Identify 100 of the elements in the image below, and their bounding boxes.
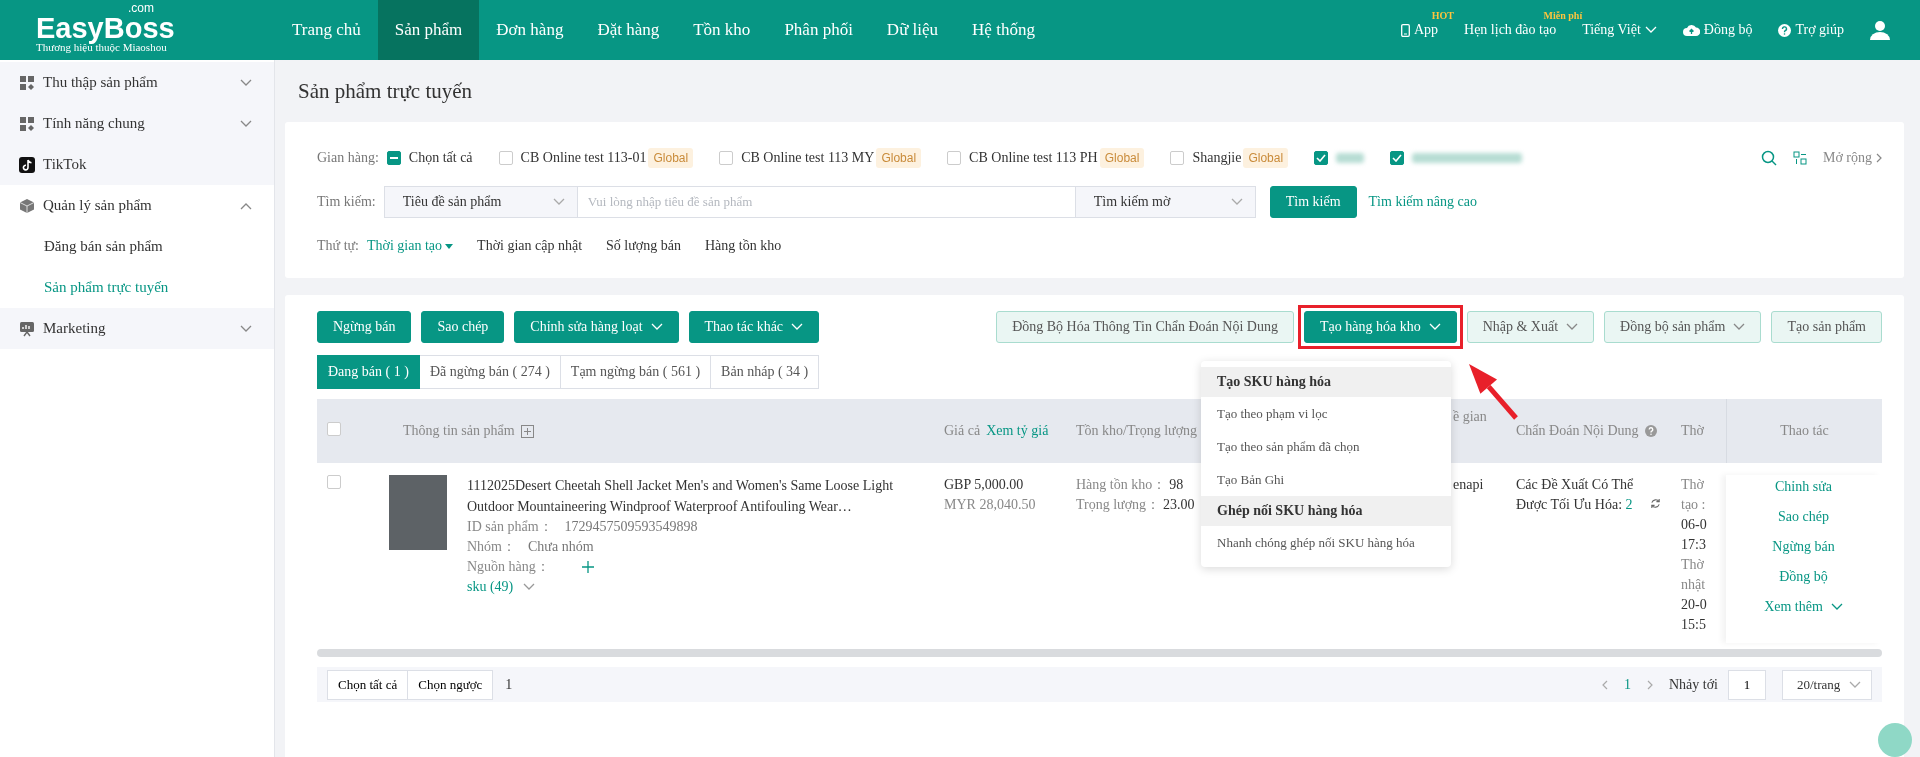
toolbar-button[interactable]: Chỉnh sửa hàng loạt: [514, 311, 679, 343]
sort-option[interactable]: Hàng tồn kho: [704, 238, 782, 254]
previous-page-icon[interactable]: [1602, 679, 1608, 690]
action-link[interactable]: Xem thêm: [1764, 599, 1843, 615]
sidebar-item[interactable]: TikTok: [0, 144, 274, 185]
action-link[interactable]: Sao chép: [1778, 509, 1829, 525]
menu-item[interactable]: Nhanh chóng ghép nối SKU hàng hóa: [1201, 526, 1451, 559]
sidebar-item[interactable]: Marketing: [0, 308, 274, 349]
nav-tab[interactable]: Phân phối: [767, 0, 870, 60]
advanced-search-link[interactable]: Tìm kiếm nâng cao: [1368, 194, 1477, 210]
action-link[interactable]: Chỉnh sửa: [1775, 479, 1832, 495]
page-jump-field[interactable]: 1: [1728, 669, 1766, 700]
row-checkbox[interactable]: [327, 475, 341, 489]
header-link[interactable]: Trợ giúp: [1778, 22, 1844, 38]
field-value: 1729457509593549898: [564, 518, 698, 536]
filter-label: Thứ tự:: [317, 238, 359, 254]
action-link[interactable]: Đồng bộ: [1779, 569, 1828, 585]
header-link[interactable]: Tiếng Việt: [1582, 22, 1657, 38]
checkbox[interactable]: [1314, 151, 1329, 165]
store-name[interactable]: CB Online test 113-01: [520, 150, 647, 166]
header-link[interactable]: App: [1400, 22, 1439, 38]
grid-icon: [19, 74, 35, 91]
next-page-icon[interactable]: [1647, 679, 1653, 690]
action-link[interactable]: Ngừng bán: [1772, 539, 1835, 555]
status-tab[interactable]: Đang bán ( 1 ): [317, 355, 420, 389]
plus-icon[interactable]: [581, 561, 594, 573]
page-size-select[interactable]: 20/trang: [1782, 669, 1872, 700]
sort-option[interactable]: Thời gian tạo: [367, 238, 454, 254]
product-title[interactable]: 1112025Desert Cheetah Shell Jacket Men's and Women's Same Loose Light Outdoor Mountaineering Windproof Waterproof Antifouling Wear…: [467, 475, 912, 517]
toolbar-button[interactable]: Đồng bộ sản phẩm: [1604, 311, 1762, 343]
field-value: 15:5: [1681, 616, 1707, 634]
support-avatar[interactable]: [1878, 723, 1912, 757]
user-icon[interactable]: [1870, 20, 1890, 40]
menu-item[interactable]: Tạo theo sản phẩm đã chọn: [1201, 430, 1451, 463]
nav-tab[interactable]: Tồn kho: [676, 0, 768, 60]
toolbar-button[interactable]: Tạo sản phẩm: [1771, 311, 1882, 343]
sidebar-item[interactable]: Tính năng chung: [0, 103, 274, 144]
nav-tab[interactable]: Hệ thống: [955, 0, 1052, 60]
search-icon[interactable]: [1761, 150, 1777, 166]
sidebar-subitem[interactable]: Sản phẩm trực tuyến: [0, 267, 274, 308]
search-field[interactable]: Vui lòng nhập tiêu đề sản phẩm: [577, 186, 1076, 218]
nav-tab[interactable]: Trang chủ: [275, 0, 378, 60]
checkbox[interactable]: [719, 151, 734, 165]
sort-option[interactable]: Thời gian cập nhật: [477, 238, 583, 254]
checkbox[interactable]: [1170, 151, 1185, 165]
status-tab[interactable]: Tạm ngừng bán ( 561 ): [560, 355, 712, 389]
field-label: nhật: [1681, 576, 1707, 594]
sort-option[interactable]: Số lượng bán: [606, 238, 681, 254]
store-name[interactable]: Shangjie: [1192, 150, 1242, 166]
header-link[interactable]: Đồng bộ: [1682, 22, 1753, 38]
page-number[interactable]: 1: [1624, 676, 1631, 693]
selection-button[interactable]: Chọn tất cả: [327, 669, 409, 700]
selection-button[interactable]: Chọn ngược: [408, 669, 494, 700]
field-value: Chưa nhóm: [528, 538, 594, 556]
nav-tab[interactable]: Sản phẩm: [377, 0, 480, 60]
help-icon[interactable]: [1644, 425, 1657, 437]
music-note-icon: [19, 156, 35, 173]
sidebar-subitem[interactable]: Đăng bán sản phẩm: [0, 226, 274, 267]
chevron-down-icon: [552, 198, 565, 206]
checkbox[interactable]: [947, 151, 962, 165]
layout-icon[interactable]: [1793, 151, 1807, 165]
sidebar-item[interactable]: Thu thập sản phẩm: [0, 62, 274, 103]
status-tab[interactable]: Đã ngừng bán ( 274 ): [419, 355, 561, 389]
search-button[interactable]: Tìm kiếm: [1269, 186, 1357, 218]
store-name[interactable]: CB Online test 113 PH: [969, 150, 1098, 166]
scrollbar[interactable]: [317, 649, 1882, 657]
nav-tab[interactable]: Đơn hàng: [479, 0, 581, 60]
toolbar-button[interactable]: Tạo hàng hóa kho: [1303, 311, 1457, 343]
expand-link[interactable]: Mở rộng: [1823, 150, 1882, 166]
chevron-down-icon: [240, 119, 252, 128]
toolbar-button[interactable]: Nhập & Xuất: [1466, 311, 1595, 343]
status-tab[interactable]: Bản nháp ( 34 ): [711, 355, 820, 389]
select-all-checkbox[interactable]: [386, 151, 401, 165]
toolbar-button[interactable]: Sao chép: [421, 311, 505, 343]
checkbox[interactable]: [498, 151, 513, 165]
search-mode-select[interactable]: Tìm kiếm mờ: [1075, 186, 1256, 218]
checkbox-label[interactable]: Chọn tất cả: [408, 150, 473, 166]
field-label: Trọng lượng：: [1076, 496, 1161, 514]
field-value: 23.00: [1163, 496, 1195, 514]
toolbar-button[interactable]: Đồng Bộ Hóa Thông Tin Chẩn Đoán Nội Dung: [996, 311, 1294, 343]
header-link[interactable]: Hẹn lịch đào tạo: [1464, 22, 1557, 38]
store-tag: Global: [1099, 148, 1145, 168]
expand-plus-icon[interactable]: [520, 424, 534, 438]
converted-price-text: MYR 28,040.50: [944, 496, 1037, 514]
menu-item[interactable]: Tạo theo phạm vi lọc: [1201, 397, 1451, 430]
field-select[interactable]: Tiêu đề sản phẩm: [383, 186, 578, 218]
nav-tab[interactable]: Dữ liệu: [869, 0, 956, 60]
nav-tab[interactable]: Đặt hàng: [580, 0, 677, 60]
toolbar-button[interactable]: Ngừng bán: [317, 311, 412, 343]
cloud-icon: [1682, 24, 1700, 36]
menu-item[interactable]: Tạo Bản Ghi: [1201, 463, 1451, 496]
exchange-rate-link[interactable]: Xem tỷ giá: [986, 423, 1049, 439]
promo-label: Miễn phí: [1543, 10, 1583, 21]
chevron-down-icon: [1849, 680, 1861, 689]
select-all-checkbox[interactable]: [327, 422, 341, 436]
checkbox[interactable]: [1390, 151, 1405, 165]
sku-toggle[interactable]: sku (49): [467, 577, 912, 597]
store-name[interactable]: CB Online test 113 MY: [741, 150, 875, 166]
refresh-icon[interactable]: [1650, 498, 1661, 509]
toolbar-button[interactable]: Thao tác khác: [688, 311, 820, 343]
